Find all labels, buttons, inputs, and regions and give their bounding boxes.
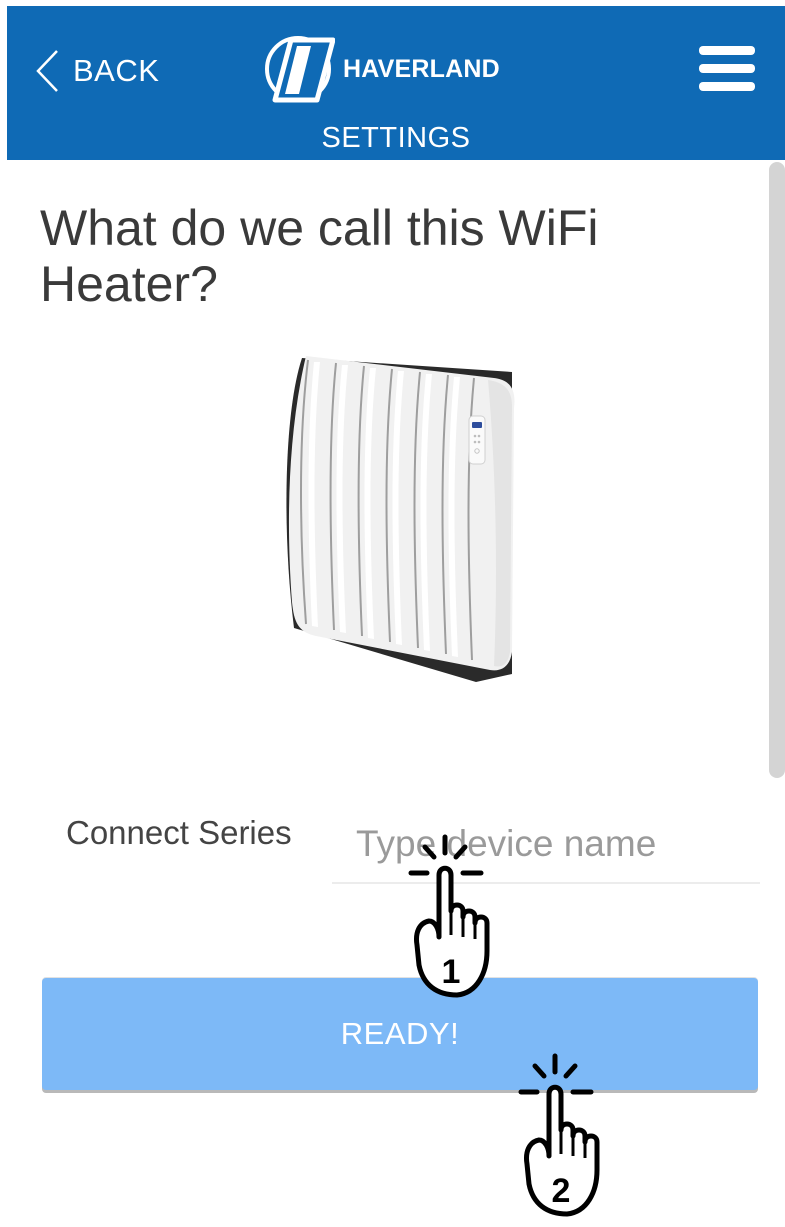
- back-button[interactable]: BACK: [35, 46, 159, 96]
- app-header: BACK HAVERLAND SETTINGS: [7, 6, 785, 160]
- page-title: SETTINGS: [321, 122, 471, 154]
- device-name-input[interactable]: [332, 806, 760, 884]
- back-label: BACK: [73, 53, 160, 88]
- scrollbar[interactable]: [769, 162, 785, 778]
- step-2-number: 2: [552, 1172, 571, 1210]
- haverland-logo: HAVERLAND: [261, 32, 500, 106]
- ready-button[interactable]: READY!: [42, 978, 758, 1090]
- name-field-label: Connect Series: [66, 814, 292, 851]
- chevron-left-icon: [36, 50, 58, 92]
- haverland-logo-icon: [265, 36, 335, 103]
- brand-name: HAVERLAND: [343, 54, 500, 83]
- hamburger-menu-icon[interactable]: [699, 40, 755, 96]
- device-name-question: What do we call this WiFi Heater?: [40, 200, 599, 312]
- wifi-heater-image: [286, 356, 515, 682]
